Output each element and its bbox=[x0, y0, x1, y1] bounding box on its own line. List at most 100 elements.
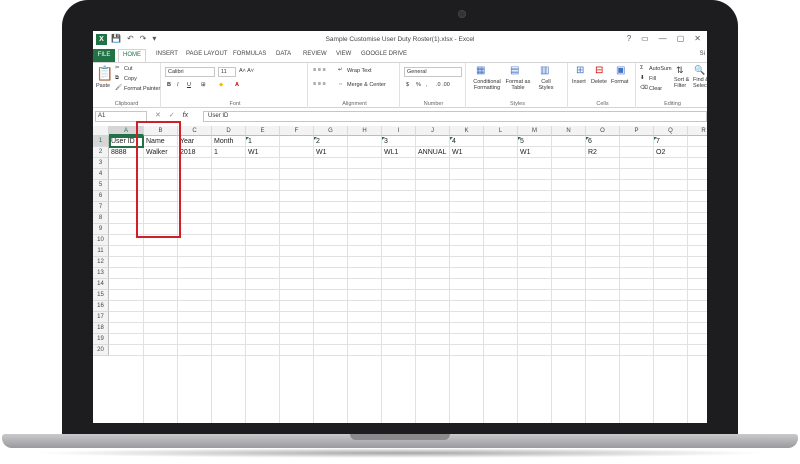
currency-button[interactable]: $ bbox=[406, 82, 409, 88]
column-header-q[interactable]: Q bbox=[654, 126, 688, 136]
number-format-select[interactable]: General bbox=[404, 67, 462, 77]
column-header-l[interactable]: L bbox=[484, 126, 518, 136]
tab-formulas[interactable]: FORMULAS bbox=[233, 51, 266, 57]
paste-button[interactable]: Paste bbox=[96, 83, 110, 89]
decimal-icon[interactable]: .0 .00 bbox=[436, 82, 450, 88]
format-painter-button[interactable]: 🖌 Format Painter bbox=[115, 85, 160, 92]
format-cells-icon[interactable]: ▣ bbox=[616, 65, 625, 76]
font-size-select[interactable]: 11 bbox=[218, 67, 236, 77]
merge-center-button[interactable]: ⇔ Merge & Center bbox=[338, 81, 386, 88]
row-header-17[interactable]: 17 bbox=[93, 312, 109, 323]
underline-button[interactable]: U bbox=[187, 82, 191, 88]
column-header-o[interactable]: O bbox=[586, 126, 620, 136]
comma-button[interactable]: , bbox=[426, 82, 428, 88]
cell-g2[interactable]: W1 bbox=[314, 147, 327, 158]
row-header-13[interactable]: 13 bbox=[93, 268, 109, 279]
format-cells-button[interactable]: Format bbox=[611, 79, 628, 85]
select-all-corner[interactable] bbox=[93, 126, 109, 136]
help-button[interactable]: ? bbox=[627, 34, 631, 43]
insert-cells-icon[interactable]: ⊞ bbox=[576, 65, 584, 76]
maximize-button[interactable]: ▢ bbox=[677, 34, 685, 43]
copy-button[interactable]: ⧉ Copy bbox=[115, 75, 137, 82]
tab-home[interactable]: HOME bbox=[118, 49, 146, 62]
insert-function-icon[interactable]: fx bbox=[183, 112, 188, 119]
cell-d2[interactable]: 1 bbox=[212, 147, 218, 158]
row-header-18[interactable]: 18 bbox=[93, 323, 109, 334]
font-color-icon[interactable]: A bbox=[235, 82, 239, 88]
tab-page-layout[interactable]: PAGE LAYOUT bbox=[186, 51, 227, 57]
tab-review[interactable]: REVIEW bbox=[303, 51, 327, 57]
row-header-2[interactable]: 2 bbox=[93, 147, 109, 158]
clear-button[interactable]: ⌫Clear bbox=[640, 85, 662, 92]
cell-m2[interactable]: W1 bbox=[518, 147, 531, 158]
cell-styles-button[interactable]: Cell Styles bbox=[534, 79, 558, 91]
cell-d1[interactable]: Month bbox=[212, 136, 233, 147]
format-as-table-button[interactable]: Format as Table bbox=[504, 79, 532, 91]
column-header-m[interactable]: M bbox=[518, 126, 552, 136]
align-top-icon[interactable]: ≡ ≡ ≡ bbox=[313, 67, 326, 73]
column-header-g[interactable]: G bbox=[314, 126, 348, 136]
borders-icon[interactable]: ⊞ bbox=[201, 82, 206, 88]
cancel-icon[interactable]: ✕ bbox=[155, 112, 161, 119]
ribbon-display-button[interactable]: ▭ bbox=[641, 34, 649, 43]
row-header-3[interactable]: 3 bbox=[93, 158, 109, 169]
grow-font-icon[interactable]: A˄ A˅ bbox=[239, 68, 254, 74]
column-header-p[interactable]: P bbox=[620, 126, 654, 136]
minimize-button[interactable]: — bbox=[659, 34, 667, 43]
row-header-15[interactable]: 15 bbox=[93, 290, 109, 301]
binoculars-icon[interactable]: 🔍 bbox=[694, 65, 705, 76]
column-header-d[interactable]: D bbox=[212, 126, 246, 136]
tab-view[interactable]: VIEW bbox=[336, 51, 351, 57]
tab-file[interactable]: FILE bbox=[93, 49, 115, 62]
find-select-button[interactable]: Find & Select bbox=[693, 77, 707, 89]
column-header-r[interactable]: R bbox=[688, 126, 707, 136]
column-header-h[interactable]: H bbox=[348, 126, 382, 136]
wrap-text-button[interactable]: ↵ Wrap Text bbox=[338, 67, 372, 74]
cell-k2[interactable]: W1 bbox=[450, 147, 463, 158]
row-header-11[interactable]: 11 bbox=[93, 246, 109, 257]
format-as-table-icon[interactable]: ▤ bbox=[510, 65, 519, 76]
paste-icon[interactable]: 📋 bbox=[96, 65, 113, 82]
delete-cells-button[interactable]: Delete bbox=[591, 79, 607, 85]
conditional-formatting-icon[interactable]: ▦ bbox=[476, 65, 485, 76]
delete-cells-icon[interactable]: ⊟ bbox=[595, 65, 603, 76]
column-header-i[interactable]: I bbox=[382, 126, 416, 136]
row-header-6[interactable]: 6 bbox=[93, 191, 109, 202]
row-header-5[interactable]: 5 bbox=[93, 180, 109, 191]
column-header-j[interactable]: J bbox=[416, 126, 450, 136]
row-header-4[interactable]: 4 bbox=[93, 169, 109, 180]
column-header-c[interactable]: C bbox=[178, 126, 212, 136]
row-header-19[interactable]: 19 bbox=[93, 334, 109, 345]
row-header-14[interactable]: 14 bbox=[93, 279, 109, 290]
row-header-9[interactable]: 9 bbox=[93, 224, 109, 235]
fill-color-icon[interactable]: ◆ bbox=[219, 82, 223, 88]
row-header-12[interactable]: 12 bbox=[93, 257, 109, 268]
sort-filter-icon[interactable]: ⇅ bbox=[676, 65, 684, 76]
cell-styles-icon[interactable]: ▥ bbox=[540, 65, 549, 76]
font-name-select[interactable]: Calibri bbox=[165, 67, 215, 77]
cell-a2[interactable]: 8888 bbox=[109, 147, 127, 158]
row-header-7[interactable]: 7 bbox=[93, 202, 109, 213]
column-header-n[interactable]: N bbox=[552, 126, 586, 136]
tab-data[interactable]: DATA bbox=[276, 51, 291, 57]
tab-insert[interactable]: INSERT bbox=[156, 51, 178, 57]
fill-button[interactable]: ⬇ Fill bbox=[640, 75, 656, 82]
close-button[interactable]: ✕ bbox=[694, 34, 701, 43]
insert-cells-button[interactable]: Insert bbox=[572, 79, 586, 85]
row-header-10[interactable]: 10 bbox=[93, 235, 109, 246]
cell-q2[interactable]: O2 bbox=[654, 147, 665, 158]
row-header-20[interactable]: 20 bbox=[93, 345, 109, 356]
column-header-e[interactable]: E bbox=[246, 126, 280, 136]
cut-button[interactable]: ✂ Cut bbox=[115, 65, 133, 72]
tab-google-drive[interactable]: GOOGLE DRIVE bbox=[361, 51, 407, 57]
sort-filter-button[interactable]: Sort & Filter bbox=[674, 77, 694, 89]
column-header-f[interactable]: F bbox=[280, 126, 314, 136]
row-header-1[interactable]: 1 bbox=[93, 136, 109, 147]
conditional-formatting-button[interactable]: Conditional Formatting bbox=[470, 79, 504, 91]
percent-button[interactable]: % bbox=[416, 82, 421, 88]
column-header-k[interactable]: K bbox=[450, 126, 484, 136]
align-left-icon[interactable]: ≡ ≡ ≡ bbox=[313, 81, 326, 87]
cell-i2[interactable]: WL1 bbox=[382, 147, 398, 158]
italic-button[interactable]: I bbox=[177, 82, 179, 88]
bold-button[interactable]: B bbox=[167, 82, 171, 88]
